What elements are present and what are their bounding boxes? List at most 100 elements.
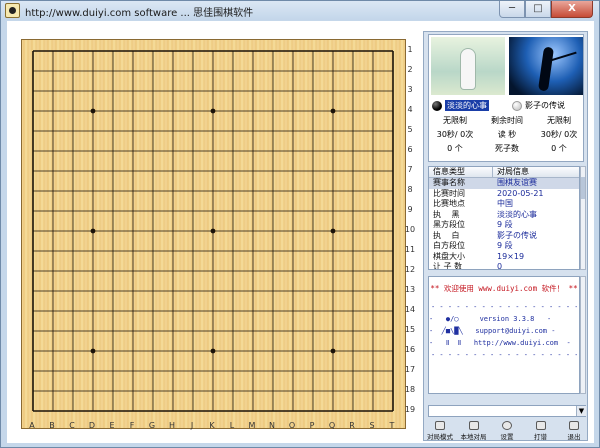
go-board[interactable]	[21, 39, 406, 429]
row-label: 2	[407, 65, 413, 74]
toolbar-button-label: 打谱	[534, 433, 547, 441]
message-box: ** 欢迎使用 www.duiyi.com 软件！ ** - - - - - -…	[428, 276, 580, 394]
row-label: 10	[404, 225, 416, 234]
title-bar[interactable]: http://www.duiyi.com software ... 思佳围棋软件…	[1, 1, 599, 20]
info-value-header[interactable]: 对局信息	[493, 167, 579, 177]
players-box: 淡淡的心事 影子の传说 无限制 剩余时间 无限制 30秒/ 0次 读 秒 30秒…	[428, 34, 584, 162]
column-label: B	[49, 421, 55, 430]
row-label: 1	[407, 45, 413, 54]
side-panel: 淡淡的心事 影子の传说 无限制 剩余时间 无限制 30秒/ 0次 读 秒 30秒…	[423, 31, 588, 441]
black-byoyomi: 30秒/ 0次	[436, 130, 474, 139]
info-value: 淡淡的心事	[497, 209, 537, 219]
table-row[interactable]: 比赛时间 2020-05-21	[429, 189, 579, 200]
table-row[interactable]: 执 黑 淡淡的心事	[429, 210, 579, 221]
star-point	[90, 348, 96, 354]
column-label: S	[369, 421, 375, 430]
info-value: 9 段	[497, 241, 513, 250]
column-label: N	[269, 421, 275, 430]
message-line: - ╱■\█╲ support@duiyi.com -	[429, 327, 556, 335]
welcome-message: ** 欢迎使用 www.duiyi.com 软件！ **	[430, 284, 578, 293]
black-player-label: 淡淡的心事	[445, 100, 489, 111]
row-label: 6	[407, 145, 413, 154]
info-key: 执 黑	[433, 209, 460, 219]
white-player-name: 影子の传说	[512, 100, 565, 111]
black-stone-icon	[432, 100, 442, 111]
info-table-scrollbar[interactable]	[580, 166, 586, 270]
game-info-table: 信息类型 对局信息 赛事名称 围棋友谊赛 比赛时间 2020-05-21 比赛地点 中国执…	[428, 166, 580, 270]
star-point	[90, 228, 96, 234]
row-label: 5	[407, 125, 413, 134]
info-key: 白方段位	[433, 241, 465, 250]
table-row[interactable]: 比赛地点 中国	[429, 199, 579, 210]
toolbar-button[interactable]: 对局模式	[427, 421, 453, 441]
column-label: T	[389, 421, 395, 430]
column-label: D	[88, 421, 96, 430]
white-captures: 0 个	[551, 144, 567, 153]
star-point	[210, 108, 216, 114]
star-point	[90, 108, 96, 114]
info-value: 中国	[497, 199, 513, 208]
scroll-thumb[interactable]	[581, 177, 585, 199]
read-seconds-label: 读 秒	[497, 130, 517, 139]
black-player-avatar	[431, 37, 505, 95]
column-label: J	[190, 421, 194, 430]
chat-dropdown-icon[interactable]: ▼	[576, 406, 586, 416]
column-label: H	[168, 421, 175, 430]
row-label: 12	[404, 265, 416, 274]
row-label: 16	[404, 345, 416, 354]
info-value: 影子の传说	[497, 230, 537, 240]
info-type-header[interactable]: 信息类型	[429, 167, 493, 177]
row-label: 17	[404, 365, 416, 374]
table-row[interactable]: 让 子 数 0	[429, 262, 579, 270]
game-mode-icon	[435, 421, 445, 430]
toolbar-button[interactable]: 本地对局	[461, 421, 487, 441]
star-point	[210, 228, 216, 234]
column-label: G	[148, 421, 156, 430]
table-row[interactable]: 棋盘大小 19×19	[429, 252, 579, 263]
board-grid[interactable]	[22, 40, 407, 430]
star-point	[330, 108, 336, 114]
row-label: 18	[404, 385, 416, 394]
toolbar-button[interactable]: 退出	[562, 421, 586, 441]
column-label: C	[69, 421, 75, 430]
go-app-icon	[5, 3, 20, 18]
chat-input[interactable]	[428, 405, 586, 417]
info-value: 2020-05-21	[497, 188, 544, 198]
toolbar-button[interactable]: 设置	[495, 421, 519, 441]
white-byoyomi: 30秒/ 0次	[540, 130, 578, 139]
column-label: Q	[328, 421, 336, 430]
column-label: M	[248, 421, 256, 430]
table-row[interactable]: 黑方段位 9 段	[429, 220, 579, 231]
info-key: 棋盘大小	[433, 251, 465, 261]
settings-icon	[502, 421, 512, 430]
row-label: 8	[407, 185, 413, 194]
row-label: 9	[407, 205, 413, 214]
column-label: R	[349, 421, 355, 430]
row-label: 14	[404, 305, 416, 314]
message-separator: - - - - - - - - - - - - - - - - - - - - …	[431, 303, 577, 311]
row-label: 7	[407, 165, 413, 174]
message-line: - Ⅱ Ⅱ http://www.duiyi.com -	[429, 339, 571, 347]
maximize-button[interactable]: □	[525, 1, 551, 18]
row-label: 11	[404, 245, 416, 254]
toolbar-button-label: 设置	[500, 433, 514, 441]
table-row[interactable]: 白方段位 9 段	[429, 241, 579, 252]
message-separator: - - - - - - - - - - - - - - - - - - - - …	[431, 351, 577, 359]
minimize-button[interactable]: ─	[499, 1, 525, 18]
message-scrollbar[interactable]	[580, 276, 586, 394]
info-value: 0	[497, 262, 503, 270]
black-player-name: 淡淡的心事	[432, 100, 489, 111]
star-point	[330, 228, 336, 234]
info-key: 执 白	[433, 230, 460, 240]
close-button[interactable]: X	[551, 1, 593, 18]
star-point	[330, 348, 336, 354]
bottom-toolbar: 对局模式 本地对局 设置 打谱 退出	[427, 421, 586, 441]
row-label: 19	[404, 405, 416, 414]
table-row[interactable]: 赛事名称 围棋友谊赛	[429, 178, 579, 189]
info-key: 比赛时间	[433, 188, 465, 198]
row-label: 4	[407, 105, 413, 114]
toolbar-button[interactable]: 打谱	[529, 421, 553, 441]
table-row[interactable]: 执 白 影子の传说	[429, 231, 579, 242]
local-game-icon	[468, 421, 479, 430]
board-area: ABCDEFGHJKLMNOPQRST 1 2 3 4 5 6 7 8 9 10 11 12 13 14 1…	[7, 21, 421, 443]
